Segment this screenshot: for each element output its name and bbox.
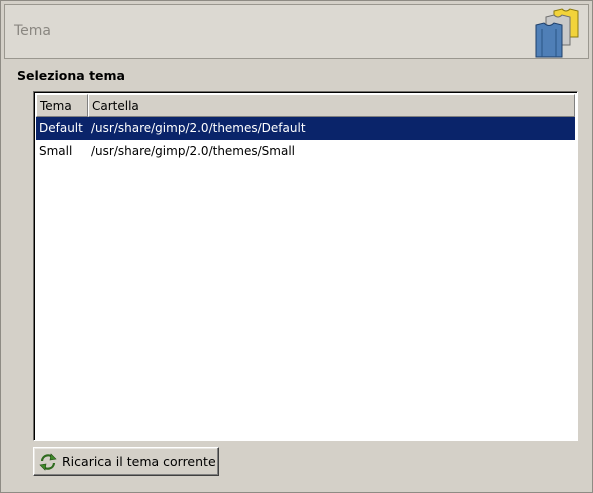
theme-row-small[interactable]: Small /usr/share/gimp/2.0/themes/Small [36,140,575,163]
theme-row-default[interactable]: Default /usr/share/gimp/2.0/themes/Defau… [36,117,575,140]
theme-shirts-icon [535,8,579,58]
theme-folder: /usr/share/gimp/2.0/themes/Default [91,121,306,135]
reload-theme-button[interactable]: Ricarica il tema corrente [33,447,219,476]
theme-name: Small [39,144,73,158]
reload-theme-label: Ricarica il tema corrente [62,454,216,469]
section-label: Seleziona tema [17,68,125,83]
preferences-page: Tema Seleziona tema Tema Cartella Defaul… [0,0,593,493]
refresh-icon [39,452,57,471]
theme-list-header: Tema Cartella [36,94,575,117]
page-title: Tema [14,23,52,39]
theme-list[interactable]: Tema Cartella Default /usr/share/gimp/2.… [33,91,578,441]
column-header-cartella[interactable]: Cartella [88,94,575,117]
theme-folder: /usr/share/gimp/2.0/themes/Small [91,144,295,158]
column-header-tema[interactable]: Tema [36,94,88,117]
theme-rows: Default /usr/share/gimp/2.0/themes/Defau… [36,117,575,163]
page-header: Tema [4,4,589,59]
theme-name: Default [39,121,83,135]
